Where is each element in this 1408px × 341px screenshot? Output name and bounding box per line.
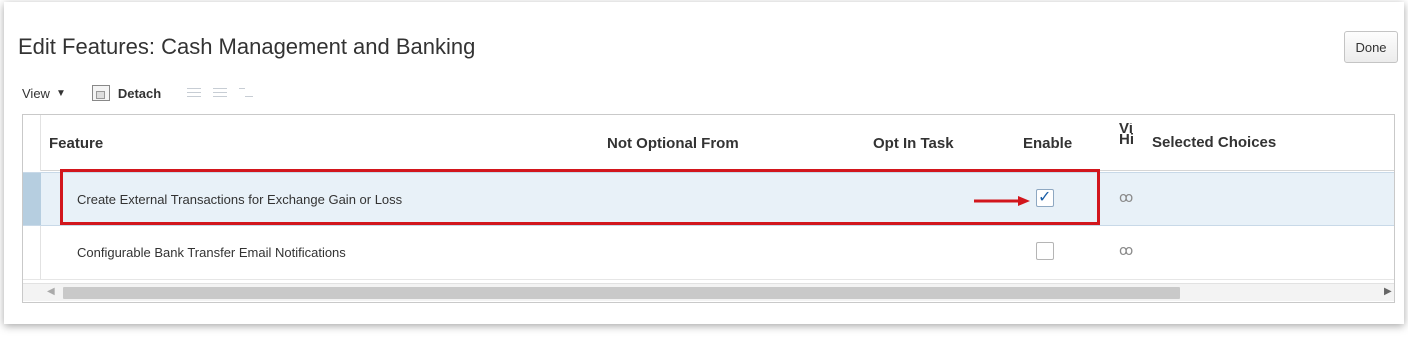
scroll-right-icon[interactable]: ▶ — [1384, 286, 1392, 297]
done-button[interactable]: Done — [1344, 31, 1398, 63]
column-header-not-optional-from[interactable]: Not Optional From — [607, 135, 739, 152]
detach-icon — [91, 85, 110, 101]
annotation-highlight-box — [60, 169, 1100, 225]
column-header-view-history[interactable]: View History — [1119, 123, 1133, 145]
column-header-opt-in-task[interactable]: Opt In Task — [873, 135, 954, 152]
row-selection-stripe — [23, 173, 41, 225]
column-header-selected-choices[interactable]: Selected Choices — [1152, 134, 1276, 151]
toolbar: View ▼ Detach — [22, 82, 254, 104]
reorder-columns-icon[interactable] — [239, 86, 254, 100]
feature-name: Configurable Bank Transfer Email Notific… — [77, 245, 346, 260]
view-menu-label: View — [22, 85, 50, 101]
view-history-icon[interactable]: ꝏ — [1119, 190, 1133, 206]
view-menu[interactable]: View ▼ — [22, 86, 66, 101]
scrollbar-thumb[interactable] — [63, 287, 1180, 299]
column-header-feature[interactable]: Feature — [49, 135, 103, 152]
view-history-icon[interactable]: ꝏ — [1119, 243, 1133, 259]
header-stripe — [23, 115, 41, 171]
column-header-enable[interactable]: Enable — [1023, 135, 1072, 152]
row-stripe — [23, 226, 41, 279]
annotation-arrow-icon — [974, 196, 1030, 206]
page-title: Edit Features: Cash Management and Banki… — [18, 34, 476, 59]
detach-button[interactable]: Detach — [91, 85, 162, 101]
detach-label: Detach — [117, 85, 162, 101]
caret-down-icon: ▼ — [55, 87, 66, 99]
wrap-icon[interactable] — [213, 86, 228, 100]
table-header: Feature Not Optional From Opt In Task En… — [23, 115, 1394, 171]
enable-checkbox[interactable] — [1036, 242, 1054, 260]
table-row[interactable]: Configurable Bank Transfer Email Notific… — [23, 226, 1394, 280]
freeze-icon[interactable] — [187, 86, 202, 100]
scroll-left-icon[interactable]: ◀ — [47, 286, 55, 297]
horizontal-scrollbar[interactable]: ◀ ▶ — [23, 283, 1394, 301]
